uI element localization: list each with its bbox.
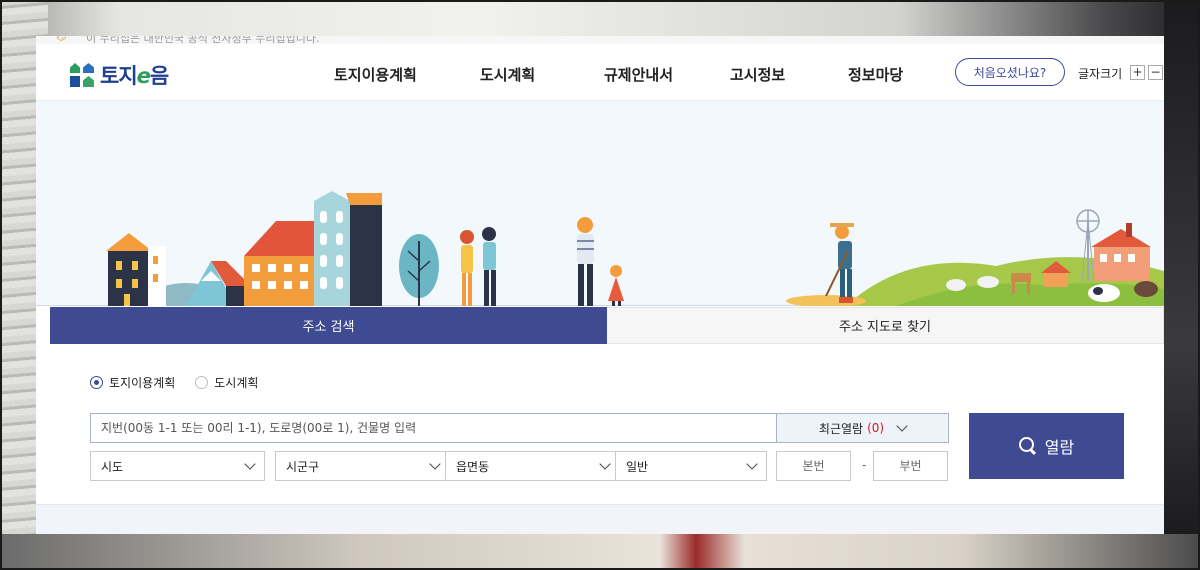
eupmyeondong-select[interactable]: 읍면동 [445,451,620,481]
eupmyeondong-select-value: 읍면동 [456,459,490,474]
recent-views-label: 최근열람 [818,421,864,436]
font-size-label: 글자크기 [1078,67,1123,81]
gov-emblem-icon: ⌬ [56,36,67,43]
chevron-down-icon [896,420,908,432]
page-bottom-strip [36,504,1164,534]
radio-label: 토지이용계획 [109,376,176,390]
font-size-minus-button[interactable]: − [1148,65,1163,80]
radio-checked-icon [90,376,103,389]
search-type-radio-group: 토지이용계획 도시계획 [90,374,258,391]
chevron-down-icon [599,458,611,470]
sido-select[interactable]: 시도 [90,451,265,481]
browser-screen: ⌬ 이 누리집은 대한민국 공식 전자정부 누리집입니다. 토지e음 토지이용계… [36,36,1164,534]
font-size-plus-button[interactable]: + [1130,65,1145,80]
houses-logo-icon [70,63,94,87]
address-search-panel: 토지이용계획 도시계획 최근열람 (0) 시도 시군구 읍면동 일반 [50,344,1164,504]
search-tabs: 주소 검색 주소 지도로 찾기 [50,307,1164,352]
hero-illustration [36,101,1164,306]
chevron-down-icon [244,458,256,470]
bonbeon-input[interactable] [776,451,851,481]
background-photo-top [0,0,1200,36]
town-and-farm-illustration [36,191,1164,306]
nav-item-notices[interactable]: 고시정보 [730,64,785,85]
sido-select-value: 시도 [101,459,124,474]
sigungu-select[interactable]: 시군구 [275,451,450,481]
first-visit-button[interactable]: 처음오셨나요? [955,58,1065,86]
radio-land-use-plan[interactable]: 토지이용계획 [90,374,175,391]
site-logo[interactable]: 토지e음 [70,60,169,90]
address-search-input[interactable] [90,413,778,443]
lot-number-dash: - [862,458,867,472]
lot-type-select-value: 일반 [626,459,649,474]
recent-views-count: (0) [867,421,885,435]
site-header: 토지e음 토지이용계획 도시계획 규제안내서 고시정보 정보마당 처음오셨나요?… [36,44,1164,101]
radio-urban-plan[interactable]: 도시계획 [195,374,258,391]
bubeon-input[interactable] [873,451,948,481]
nav-item-regulation-guide[interactable]: 규제안내서 [604,64,673,85]
nav-item-land-use-plan[interactable]: 토지이용계획 [334,64,417,85]
nav-item-info[interactable]: 정보마당 [848,64,903,85]
background-photo-bottom [0,534,1200,570]
view-search-button[interactable]: 열람 [969,413,1124,479]
recent-views-dropdown[interactable]: 최근열람 (0) [776,413,949,443]
radio-label: 도시계획 [214,376,259,390]
chevron-down-icon [429,458,441,470]
view-search-label: 열람 [1044,438,1075,457]
tab-map-search[interactable]: 주소 지도로 찾기 [607,307,1164,344]
search-icon [1018,437,1037,455]
gov-notice-bar: ⌬ 이 누리집은 대한민국 공식 전자정부 누리집입니다. [36,36,1164,45]
tab-address-search[interactable]: 주소 검색 [50,307,607,352]
chevron-down-icon [746,458,758,470]
background-photo-right [1164,0,1200,570]
radio-unchecked-icon [195,376,209,389]
nav-item-urban-plan[interactable]: 도시계획 [480,64,535,85]
lot-type-select[interactable]: 일반 [615,451,767,481]
logo-wordmark: 토지e음 [100,64,169,88]
sigungu-select-value: 시군구 [286,459,320,474]
